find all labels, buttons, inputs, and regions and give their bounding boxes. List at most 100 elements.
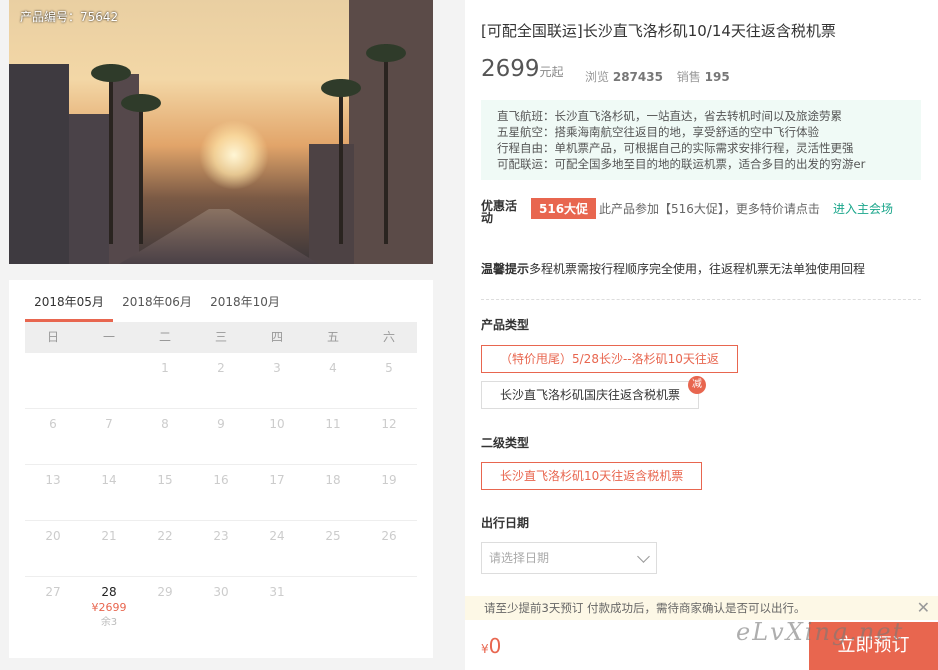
calendar-day: 18	[325, 473, 341, 487]
day-price: ¥2699	[91, 601, 127, 614]
calendar-day: 15	[157, 473, 173, 487]
calendar-grid: 1 2 3 4 5 6 7 8 9 10 11 12 13 14 15 16 17 18 19 20 21 22 23 24 2…	[25, 353, 417, 633]
promotion: 优惠活动 516大促 此产品参加【516大促】，更多特价请点击 进入主会场	[481, 198, 931, 225]
calendar-day: 24	[269, 529, 285, 543]
feature-line: 直飞航班：长沙直飞洛杉矶，一站直达，省去转机时间以及旅途劳累	[497, 109, 842, 123]
calendar-week-row: 13 14 15 16 17 18 19	[25, 465, 417, 521]
option-label: 长沙直飞洛杉矶国庆往返含税机票	[500, 388, 681, 402]
views-count: 287435	[612, 70, 663, 84]
calendar-day	[25, 353, 81, 408]
weekday-label: 日	[46, 330, 59, 344]
date-label: 出行日期	[481, 516, 530, 530]
feature-line: 五星航空：搭乘海南航空往返目的地，享受舒适的空中飞行体验	[497, 125, 819, 139]
tab-month[interactable]: 2018年10月	[201, 294, 289, 322]
calendar-day: 30	[213, 585, 229, 599]
calendar-day: 12	[381, 417, 397, 431]
sub-type-option[interactable]: 长沙直飞洛杉矶10天往返含税机票	[481, 462, 703, 490]
tip-label: 温馨提示	[481, 262, 530, 276]
calendar-day: 6	[49, 417, 57, 431]
sales-count: 195	[704, 70, 730, 84]
calendar-day[interactable]: 28 ¥2699 余3	[81, 577, 137, 633]
palm-tree	[321, 79, 361, 244]
month-tabs: 2018年05月 2018年06月 2018年10月	[25, 294, 289, 322]
calendar-day: 26	[381, 529, 397, 543]
tab-month[interactable]: 2018年05月	[25, 294, 113, 322]
calendar-day	[361, 577, 417, 633]
notice-bar: 请至少提前3天预订 付款成功后，需待商家确认是否可以出行。 ✕	[465, 596, 938, 620]
building	[9, 64, 69, 264]
weekday-header: 日 一 二 三 四 五 六	[25, 322, 417, 353]
day-number: 28	[101, 585, 117, 599]
promo-link[interactable]: 进入主会场	[833, 200, 893, 217]
calendar-day	[81, 353, 137, 408]
notice-text: 请至少提前3天预订 付款成功后，需待商家确认是否可以出行。	[484, 601, 806, 615]
building	[349, 0, 433, 264]
total-price: ¥0	[481, 634, 501, 658]
currency: ¥	[481, 642, 489, 656]
calendar-day: 8	[161, 417, 169, 431]
building	[309, 144, 354, 264]
calendar-day: 4	[329, 361, 337, 375]
tab-month[interactable]: 2018年06月	[113, 294, 201, 322]
calendar-day: 20	[45, 529, 61, 543]
promo-text: 此产品参加【516大促】，更多特价请点击	[599, 202, 820, 216]
date-select[interactable]: 请选择日期	[481, 542, 657, 574]
discount-badge: 减	[688, 376, 707, 394]
calendar-day: 27	[45, 585, 61, 599]
weekday-label: 六	[382, 330, 395, 344]
calendar-day: 10	[269, 417, 285, 431]
calendar-week-row: 6 7 8 9 10 11 12	[25, 409, 417, 465]
sun-glow	[199, 120, 269, 190]
calendar-week-row: 20 21 22 23 24 25 26	[25, 521, 417, 577]
calendar-day: 31	[269, 585, 285, 599]
product-code: 产品编号：75642	[20, 10, 119, 24]
stats: 浏览 287435 销售 195	[585, 68, 740, 85]
palm-tree	[121, 94, 161, 244]
weekday-label: 三	[214, 330, 227, 344]
calendar-day: 5	[385, 361, 393, 375]
feature-box: 直飞航班：长沙直飞洛杉矶，一站直达，省去转机时间以及旅途劳累 五星航空：搭乘海南…	[481, 100, 921, 180]
weekday-label: 二	[158, 330, 171, 344]
calendar-day: 25	[325, 529, 341, 543]
product-type-option[interactable]: （特价甩尾）5/28长沙--洛杉矶10天往返	[481, 345, 738, 373]
weekday-label: 五	[326, 330, 339, 344]
date-placeholder: 请选择日期	[489, 551, 550, 565]
day-remaining: 余3	[100, 617, 118, 628]
views-label: 浏览	[585, 70, 610, 84]
calendar-day: 16	[213, 473, 229, 487]
calendar-day: 11	[325, 417, 341, 431]
calendar-week-row: 27 28 ¥2699 余3 29 30 31	[25, 577, 417, 633]
calendar-day: 1	[161, 361, 169, 375]
sales-label: 销售	[676, 70, 701, 84]
chevron-down-icon	[637, 550, 650, 563]
calendar-day: 14	[101, 473, 117, 487]
total-amount: 0	[488, 634, 502, 658]
calendar: 2018年05月 2018年06月 2018年10月 日 一 二 三 四 五 六…	[9, 280, 433, 658]
calendar-day: 17	[269, 473, 285, 487]
watermark: eLvXing.net	[736, 618, 905, 646]
calendar-day: 22	[157, 529, 173, 543]
feature-line: 可配联运：可配全国多地至目的地的联运机票，适合多目的出发的穷游er	[497, 157, 866, 171]
product-type-label: 产品类型	[481, 318, 530, 332]
building	[69, 114, 109, 264]
product-type-option[interactable]: 长沙直飞洛杉矶国庆往返含税机票 减	[481, 376, 707, 409]
palm-tree	[91, 64, 131, 244]
close-icon[interactable]: ✕	[917, 596, 930, 620]
calendar-day: 19	[381, 473, 397, 487]
detail-panel: [可配全国联运]长沙直飞洛杉矶10/14天往返含税机票 2699元起 浏览 28…	[465, 0, 938, 670]
calendar-day: 23	[213, 529, 229, 543]
product-title: [可配全国联运]长沙直飞洛杉矶10/14天往返含税机票	[481, 22, 836, 40]
promo-label: 优惠活动	[481, 199, 518, 225]
product-photo: 产品编号：75642	[9, 0, 433, 264]
tip-text: 多程机票需按行程顺序完全使用，往返程机票无法单独使用回程	[529, 262, 866, 276]
sub-type-label: 二级类型	[481, 436, 530, 450]
calendar-day: 2	[217, 361, 225, 375]
feature-line: 行程自由：单机票产品，可根据自己的实际需求安排行程，灵活性更强	[497, 141, 854, 155]
weekday-label: 一	[102, 330, 115, 344]
price-suffix: 元起	[539, 65, 564, 79]
left-panel: 产品编号：75642 2018年05月 2018年06月 2018年10月 日 …	[9, 0, 433, 658]
promo-tag: 516大促	[531, 198, 597, 219]
calendar-day: 29	[157, 585, 173, 599]
calendar-day: 9	[217, 417, 225, 431]
price: 2699元起	[481, 56, 564, 82]
